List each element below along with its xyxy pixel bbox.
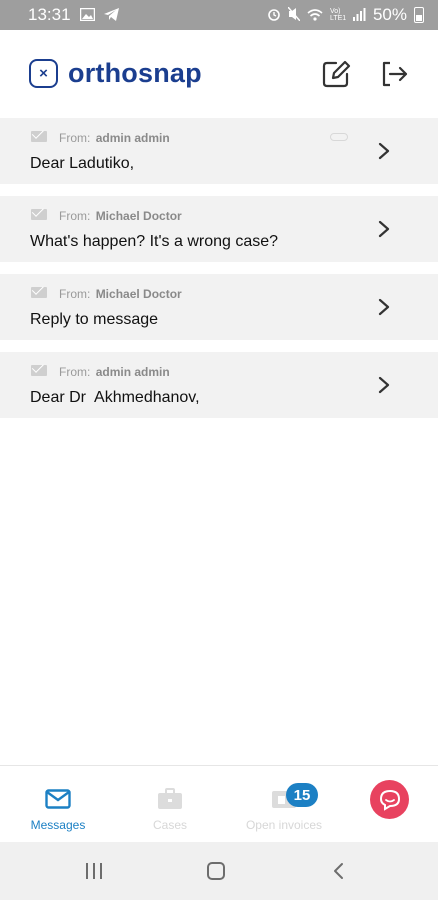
battery-icon: [414, 7, 424, 23]
brand-logo: × orthosnap: [29, 58, 202, 89]
mute-icon: [287, 6, 301, 23]
envelope-icon: [45, 789, 71, 809]
message-from: From: Michael Doctor: [59, 287, 182, 301]
message-subject: Dear Dr Akhmedhanov,: [30, 389, 200, 406]
brand-name: orthosnap: [68, 58, 202, 88]
from-name: admin admin: [95, 131, 170, 145]
envelope-icon: [31, 209, 47, 220]
tab-label: Open invoices: [245, 818, 323, 832]
recent-apps-icon[interactable]: [86, 863, 102, 879]
chevron-right-icon: [378, 298, 390, 316]
chat-button[interactable]: [370, 780, 409, 819]
chevron-right-icon: [378, 220, 390, 238]
signal-icon: [352, 7, 366, 23]
telegram-icon: [103, 7, 119, 23]
back-icon[interactable]: [330, 862, 348, 880]
tab-open-invoices[interactable]: Open invoices: [236, 766, 332, 843]
tab-cases[interactable]: Cases: [130, 766, 210, 843]
message-subject: Reply to message: [30, 311, 159, 328]
from-name: Michael Doctor: [95, 287, 182, 301]
battery-percent: 50%: [372, 5, 407, 24]
attachment-icon: [330, 133, 348, 141]
gallery-icon: [79, 7, 95, 23]
message-item[interactable]: From: admin admin Dear Dr Akhmedhanov,: [0, 352, 438, 418]
from-name: Michael Doctor: [95, 209, 182, 223]
from-name: admin admin: [95, 365, 170, 379]
status-time: 13:31: [28, 5, 71, 24]
tab-label: Messages: [30, 818, 86, 832]
compose-icon: [322, 60, 351, 88]
app-header: × orthosnap: [0, 30, 438, 118]
home-icon[interactable]: [207, 862, 225, 880]
invoices-count-badge: 15: [286, 783, 318, 807]
envelope-icon: [31, 131, 47, 142]
from-prefix: From:: [59, 287, 91, 301]
tab-label: Cases: [152, 818, 187, 832]
envelope-icon: [31, 365, 47, 376]
message-from: From: admin admin: [59, 365, 170, 379]
wifi-icon: [307, 8, 323, 23]
from-prefix: From:: [59, 131, 91, 145]
message-item[interactable]: From: Michael Doctor Reply to message: [0, 274, 438, 340]
from-prefix: From:: [59, 365, 91, 379]
compose-button[interactable]: [320, 58, 352, 90]
alarm-icon: [267, 7, 281, 23]
message-item[interactable]: From: Michael Doctor What's happen? It's…: [0, 196, 438, 262]
status-bar: 13:31 Vo) LTE1 50%: [0, 0, 438, 30]
message-subject: What's happen? It's a wrong case?: [30, 233, 279, 250]
briefcase-icon: [158, 788, 182, 809]
tab-messages[interactable]: Messages: [18, 766, 98, 843]
message-from: From: Michael Doctor: [59, 209, 182, 223]
message-item[interactable]: From: admin admin Dear Ladutiko,: [0, 118, 438, 184]
from-prefix: From:: [59, 209, 91, 223]
logout-button[interactable]: [378, 58, 410, 90]
network-label: Vo) LTE1: [329, 8, 347, 22]
message-subject: Dear Ladutiko,: [30, 155, 135, 172]
logout-icon: [382, 61, 408, 87]
system-nav-bar: [0, 842, 438, 900]
chevron-right-icon: [378, 142, 390, 160]
message-from: From: admin admin: [59, 131, 170, 145]
envelope-icon: [31, 287, 47, 298]
chat-icon: [379, 789, 400, 811]
chevron-right-icon: [378, 376, 390, 394]
logo-mark-icon: ×: [29, 59, 58, 88]
